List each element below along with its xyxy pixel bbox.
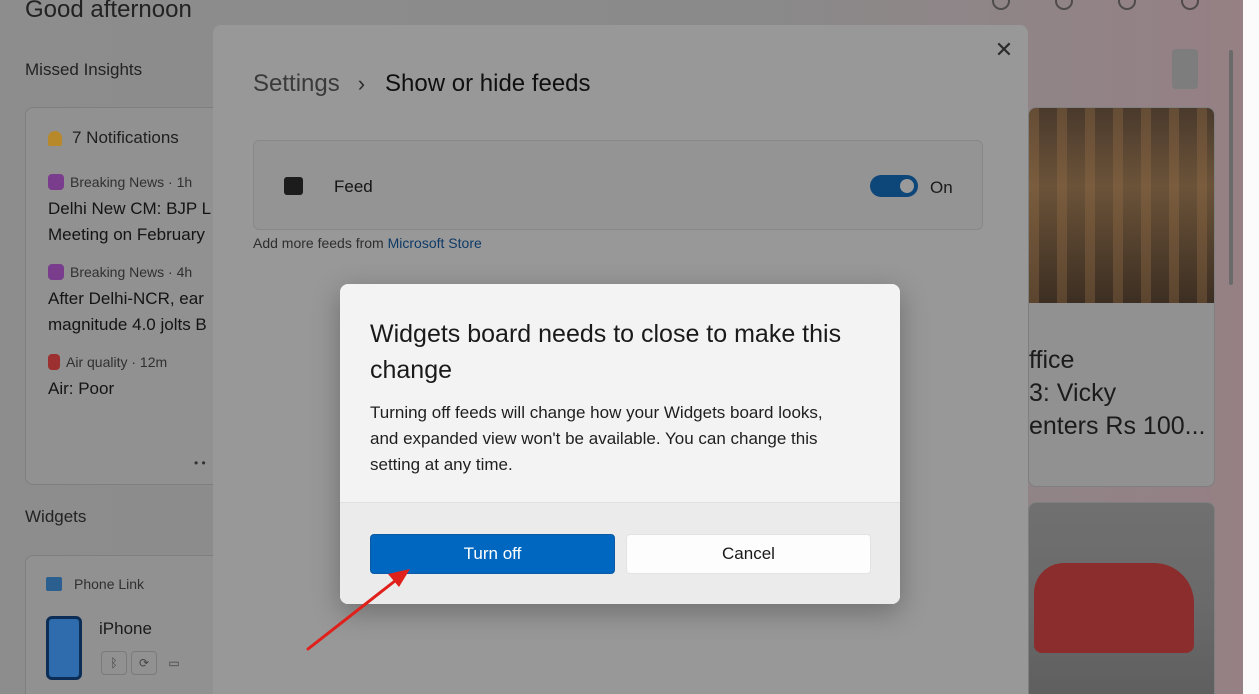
- news-source-icon: [48, 264, 64, 280]
- phone-image: [46, 616, 82, 680]
- dialog-body: Turning off feeds will change how your W…: [370, 403, 823, 474]
- page-title: Show or hide feeds: [385, 70, 591, 97]
- expand-icon[interactable]: [1055, 0, 1073, 10]
- pager-dots[interactable]: • •: [194, 456, 206, 470]
- breadcrumb: Settings › Show or hide feeds: [253, 70, 591, 98]
- sync-icon[interactable]: ⟳: [131, 651, 157, 675]
- news-story-card[interactable]: [1028, 502, 1215, 694]
- breadcrumb-settings[interactable]: Settings: [253, 70, 340, 98]
- news-source-icon: [48, 174, 64, 190]
- refresh-icon[interactable]: [992, 0, 1010, 10]
- news-source: Air quality · 12m: [66, 354, 168, 370]
- news-source: Breaking News · 4h: [70, 264, 193, 280]
- news-title: Delhi New CM: BJP L Meeting on February: [48, 199, 212, 244]
- notifications-card[interactable]: 7 Notifications Breaking News · 1h Delhi…: [25, 107, 225, 485]
- phone-link-title: Phone Link: [74, 576, 145, 592]
- notifications-title: 7 Notifications: [72, 128, 179, 147]
- battery-icon: ▭: [168, 656, 180, 670]
- confirm-dialog: Widgets board needs to close to make thi…: [340, 284, 900, 604]
- list-item[interactable]: Breaking News · 4h After Delhi-NCR, ear …: [48, 264, 224, 338]
- car-image: [1034, 563, 1194, 653]
- microsoft-store-link[interactable]: Microsoft Store: [388, 235, 482, 251]
- bell-icon: [48, 130, 62, 146]
- widgets-heading: Widgets: [25, 507, 87, 526]
- cancel-button[interactable]: Cancel: [626, 534, 871, 574]
- list-item[interactable]: Air quality · 12m Air: Poor: [48, 354, 224, 402]
- gear-icon[interactable]: [1181, 0, 1199, 10]
- news-title: After Delhi-NCR, ear magnitude 4.0 jolts…: [48, 289, 207, 334]
- chevron-right-icon: ›: [357, 71, 366, 96]
- bluetooth-icon[interactable]: ᛒ: [101, 651, 127, 675]
- feed-label: Feed: [334, 177, 373, 196]
- news-story-card[interactable]: ffice 3: Vicky enters Rs 100...: [1028, 107, 1215, 487]
- more-feeds-text: Add more feeds from Microsoft Store: [253, 235, 482, 251]
- avatar[interactable]: [1172, 49, 1198, 89]
- close-icon[interactable]: ✕: [991, 37, 1017, 63]
- news-source: Breaking News · 1h: [70, 174, 193, 190]
- list-item[interactable]: Breaking News · 1h Delhi New CM: BJP L M…: [48, 174, 224, 248]
- feed-icon: [284, 177, 303, 195]
- feed-setting-row: Feed On: [253, 140, 983, 230]
- toggle-state-label: On: [930, 178, 953, 197]
- story-title: ffice 3: Vicky enters Rs 100...: [1029, 346, 1206, 440]
- toggle-knob: [900, 179, 914, 193]
- more-feeds-prefix: Add more feeds from: [253, 235, 388, 251]
- phone-link-card[interactable]: Phone Link iPhone ᛒ ⟳ ▭: [25, 555, 225, 694]
- news-title: Air: Poor: [48, 379, 115, 398]
- scrollbar[interactable]: [1229, 50, 1233, 285]
- greeting-heading: Good afternoon: [25, 0, 192, 23]
- turn-off-button[interactable]: Turn off: [370, 534, 615, 574]
- board-toolbar: [992, 0, 1199, 10]
- add-person-icon[interactable]: [1118, 0, 1136, 10]
- air-quality-icon: [48, 354, 60, 370]
- dialog-title: Widgets board needs to close to make thi…: [370, 320, 842, 384]
- feed-toggle[interactable]: [870, 175, 918, 197]
- window-edge: [1243, 0, 1259, 694]
- phone-link-icon: [46, 577, 62, 591]
- dialog-footer: Turn off Cancel: [340, 502, 900, 604]
- missed-insights-heading: Missed Insights: [25, 60, 143, 79]
- device-name: iPhone: [99, 619, 152, 638]
